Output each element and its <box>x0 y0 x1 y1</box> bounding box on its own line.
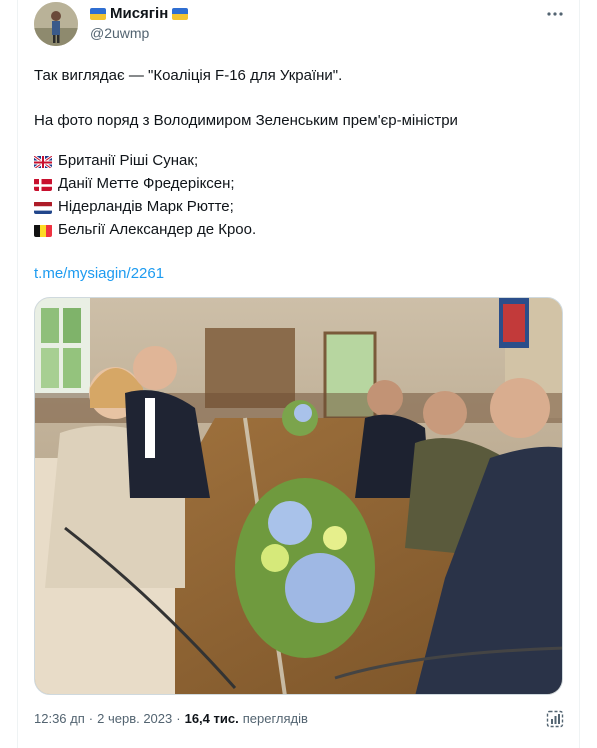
tweet-photo[interactable] <box>34 297 563 695</box>
belgium-flag-icon <box>34 224 52 237</box>
user-handle[interactable]: @2uwmp <box>90 25 149 41</box>
analytics-icon[interactable] <box>546 710 564 728</box>
tweet-time[interactable]: 12:36 дп <box>34 711 85 726</box>
views-count: 16,4 тис. <box>184 711 239 726</box>
netherlands-flag-icon <box>34 201 52 214</box>
ukraine-flag-icon <box>172 7 189 20</box>
display-name[interactable]: Мисягін <box>110 5 168 22</box>
tweet-text-line: На фото поряд з Володимиром Зеленським п… <box>34 112 458 129</box>
author-name-row[interactable]: Мисягін <box>90 5 189 22</box>
minister-text: Бельгії Александер де Кроо. <box>58 221 257 238</box>
minister-line: Данії Метте Фредеріксен; <box>34 174 235 194</box>
minister-line: Бельгії Александер де Кроо. <box>34 220 256 240</box>
minister-text: Британії Ріші Сунак; <box>58 152 199 169</box>
uk-flag-icon <box>34 154 52 168</box>
minister-line: Британії Ріші Сунак; <box>34 151 198 171</box>
meta-separator: · <box>176 711 181 726</box>
tweet-date[interactable]: 2 черв. 2023 <box>97 711 172 726</box>
minister-text: Данії Метте Фредеріксен; <box>58 175 235 192</box>
avatar[interactable] <box>34 2 78 46</box>
ukraine-flag-icon <box>90 7 106 20</box>
minister-line: Нідерландів Марк Рютте; <box>34 197 234 217</box>
meeting-photo-illustration <box>35 298 562 694</box>
avatar-image <box>34 2 78 46</box>
denmark-flag-icon <box>34 178 52 191</box>
tweet-meta: 12:36 дп · 2 черв. 2023 · 16,4 тис. пере… <box>34 711 308 726</box>
telegram-link[interactable]: t.me/mysiagin/2261 <box>34 264 164 284</box>
minister-text: Нідерландів Марк Рютте; <box>58 198 234 215</box>
views-label: переглядів <box>242 711 308 726</box>
tweet-text-line: Так виглядає — "Коаліція F-16 для Україн… <box>34 67 343 84</box>
meta-separator: · <box>88 711 94 726</box>
more-options-icon[interactable] <box>545 4 565 24</box>
